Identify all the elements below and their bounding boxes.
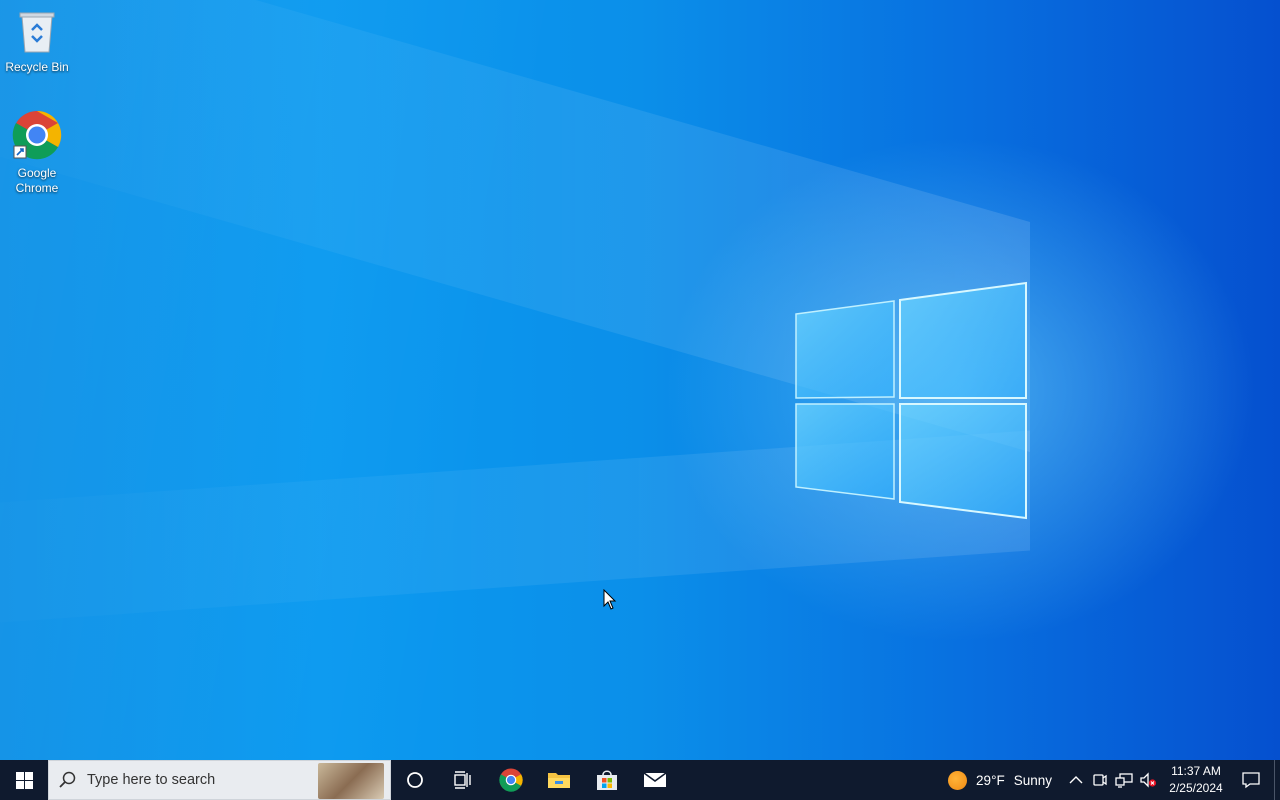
system-tray: 29°F Sunny 11:37 AM 2/25/2024 xyxy=(940,760,1280,800)
light-beam xyxy=(0,430,1030,630)
chrome-icon xyxy=(12,110,62,160)
taskbar-chrome[interactable] xyxy=(487,760,535,800)
search-box[interactable]: Type here to search xyxy=(48,760,391,800)
recycle-bin-icon xyxy=(19,12,55,53)
taskbar-microsoft-store[interactable] xyxy=(583,760,631,800)
weather-widget[interactable]: 29°F Sunny xyxy=(940,770,1064,790)
network-icon xyxy=(1115,773,1133,788)
clock-date: 2/25/2024 xyxy=(1169,781,1223,795)
task-view-icon xyxy=(454,771,471,789)
light-beam xyxy=(0,0,1030,453)
action-center-button[interactable] xyxy=(1228,760,1274,800)
chevron-up-icon xyxy=(1069,776,1083,784)
desktop-icon-google-chrome[interactable]: Google Chrome xyxy=(0,110,74,196)
cortana-icon xyxy=(407,772,423,788)
notification-icon xyxy=(1242,772,1260,789)
weather-condition: Sunny xyxy=(1013,772,1052,788)
desktop[interactable]: Recycle Bin Google Chrome xyxy=(0,0,1280,760)
mail-icon xyxy=(643,772,667,787)
volume-muted-icon xyxy=(1140,772,1157,788)
windows-logo-wallpaper xyxy=(795,281,1027,520)
sun-icon xyxy=(948,770,968,790)
tray-network[interactable] xyxy=(1112,760,1136,800)
weather-temp: 29°F xyxy=(976,772,1005,788)
desktop-icon-label: Recycle Bin xyxy=(5,60,69,74)
search-placeholder: Type here to search xyxy=(87,772,216,788)
taskbar-cortana[interactable] xyxy=(391,760,439,800)
desktop-icon-label: Google Chrome xyxy=(15,166,59,195)
windows-icon xyxy=(15,771,33,789)
search-highlight-image[interactable] xyxy=(318,763,384,799)
show-desktop-button[interactable] xyxy=(1274,760,1280,800)
store-icon xyxy=(597,770,617,790)
clock-time: 11:37 AM xyxy=(1171,764,1221,778)
taskbar-mail[interactable] xyxy=(631,760,679,800)
folder-icon xyxy=(548,773,570,788)
search-icon xyxy=(49,771,87,789)
tray-meet-now[interactable] xyxy=(1088,760,1112,800)
tray-volume[interactable] xyxy=(1136,760,1160,800)
chrome-icon xyxy=(499,768,523,792)
meet-now-icon xyxy=(1093,774,1107,786)
desktop-icon-recycle-bin[interactable]: Recycle Bin xyxy=(0,8,74,75)
taskbar-task-view[interactable] xyxy=(439,760,487,800)
taskbar-file-explorer[interactable] xyxy=(535,760,583,800)
start-button[interactable] xyxy=(0,760,48,800)
taskbar: Type here to search 29°F Sunny 11:37 AM … xyxy=(0,760,1280,800)
show-hidden-icons-button[interactable] xyxy=(1064,760,1088,800)
mouse-cursor xyxy=(603,589,617,610)
clock[interactable]: 11:37 AM 2/25/2024 xyxy=(1164,763,1228,797)
